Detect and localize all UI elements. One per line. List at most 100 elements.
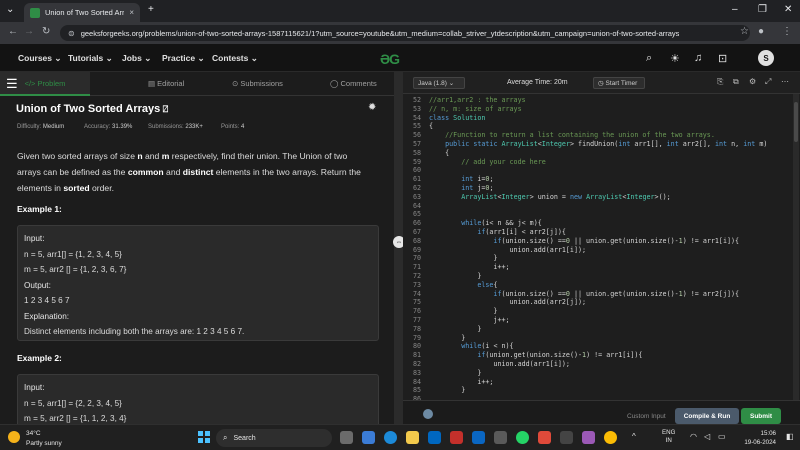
windows-start-icon[interactable]	[198, 431, 210, 443]
code-line[interactable]: 71 i++;	[403, 263, 800, 272]
task-view-icon[interactable]	[340, 431, 353, 444]
cart-icon[interactable]: ⊡	[718, 52, 727, 65]
app-icon[interactable]	[560, 431, 573, 444]
site-info-icon[interactable]: ⊜	[68, 29, 75, 38]
code-line[interactable]: 58 {	[403, 149, 800, 158]
panel-divider[interactable]	[394, 72, 403, 424]
bookmark-star-icon[interactable]: ☆	[740, 26, 749, 37]
weather-widget[interactable]: 34°C Partly sunny	[6, 429, 86, 449]
code-line[interactable]: 76 }	[403, 307, 800, 316]
code-line[interactable]: 64	[403, 202, 800, 211]
code-line[interactable]: 56 //Function to return a list containin…	[403, 131, 800, 140]
code-line[interactable]: 75 union.add(arr2[j]);	[403, 298, 800, 307]
url-field[interactable]: ⊜ geeksforgeeks.org/problems/union-of-tw…	[60, 25, 750, 41]
minimize-button[interactable]: –	[732, 4, 738, 15]
notification-bell-icon[interactable]: ♫	[694, 52, 702, 64]
theme-toggle-icon[interactable]: ☀	[670, 52, 680, 65]
whatsapp-icon[interactable]	[516, 431, 529, 444]
start-timer-button[interactable]: ◷ Start Timer	[593, 77, 645, 89]
submit-button[interactable]: Submit	[741, 408, 781, 424]
back-icon[interactable]: ←	[8, 26, 18, 37]
code-line[interactable]: 54 class Solution	[403, 114, 800, 123]
code-line[interactable]: 74 if(union.size() ==0 || union.get(unio…	[403, 290, 800, 299]
chrome-icon[interactable]	[604, 431, 617, 444]
editor-scroll-thumb[interactable]	[794, 102, 798, 142]
maximize-button[interactable]: ❐	[758, 4, 767, 15]
tab-close-icon[interactable]: ×	[129, 8, 134, 17]
profile-avatar-icon[interactable]: ●	[758, 26, 764, 37]
copy-icon[interactable]: ⧉	[733, 77, 739, 87]
menu-practice[interactable]: Practice ⌄	[162, 53, 205, 64]
code-line[interactable]: 78 }	[403, 325, 800, 334]
gfg-logo[interactable]: ƏG	[380, 51, 400, 67]
code-line[interactable]: 65	[403, 210, 800, 219]
code-line[interactable]: 81 if(union.get(union.size()-1) != arr1[…	[403, 351, 800, 360]
store-icon[interactable]	[428, 431, 441, 444]
code-line[interactable]: 83 }	[403, 369, 800, 378]
code-line[interactable]: 80 while(i < n){	[403, 342, 800, 351]
volume-icon[interactable]: ◁	[704, 432, 710, 441]
notifications-icon[interactable]: ◧	[786, 432, 794, 441]
file-explorer-icon[interactable]	[406, 431, 419, 444]
new-tab-button[interactable]: +	[148, 4, 154, 15]
tab-editorial[interactable]: ▤ Editorial	[148, 79, 184, 88]
code-line[interactable]: 73 else{	[403, 281, 800, 290]
search-icon[interactable]: ⌕	[646, 52, 652, 65]
code-line[interactable]: 72 }	[403, 272, 800, 281]
report-bug-icon[interactable]: ✹	[368, 102, 376, 113]
code-line[interactable]: 67 if(arr1[i] < arr2[j]){	[403, 228, 800, 237]
compile-run-button[interactable]: Compile & Run	[675, 408, 739, 424]
menu-tutorials[interactable]: Tutorials ⌄	[68, 53, 113, 64]
menu-contests[interactable]: Contests ⌄	[212, 53, 258, 64]
code-line[interactable]: 62 int j=0;	[403, 184, 800, 193]
code-line[interactable]: 55 {	[403, 122, 800, 131]
hamburger-menu-icon[interactable]: ☰	[6, 76, 18, 92]
more-icon[interactable]: ⋯	[781, 77, 789, 86]
browser-menu-icon[interactable]: ⋮	[782, 26, 792, 37]
widgets-icon[interactable]	[362, 431, 375, 444]
language-select[interactable]: Java (1.8) ⌄	[413, 77, 465, 89]
code-line[interactable]: 63 ArrayList<Integer> union = new ArrayL…	[403, 193, 800, 202]
settings-icon[interactable]: ⚙	[749, 77, 756, 86]
close-window-button[interactable]: ✕	[784, 4, 792, 15]
tab-search-icon[interactable]: ⌄	[6, 4, 14, 15]
code-line[interactable]: 59 // add your code here	[403, 158, 800, 167]
tab-submissions[interactable]: ⊙ Submissions	[232, 79, 283, 88]
forward-icon[interactable]: →	[24, 26, 34, 37]
code-line[interactable]: 77 j++;	[403, 316, 800, 325]
tab-comments[interactable]: ◯ Comments	[330, 79, 377, 88]
code-line[interactable]: 61 int i=0;	[403, 175, 800, 184]
code-line[interactable]: 66 while(i< n && j< m){	[403, 219, 800, 228]
custom-input-toggle[interactable]: Custom Input	[627, 413, 666, 420]
bookmark-icon[interactable]: ⍁	[160, 104, 168, 114]
code-line[interactable]: 60	[403, 166, 800, 175]
app-icon[interactable]	[538, 431, 551, 444]
app-icon[interactable]	[582, 431, 595, 444]
language-indicator[interactable]: ENG IN	[662, 429, 675, 445]
code-line[interactable]: 85 }	[403, 386, 800, 395]
taskbar-search[interactable]: ⌕ Search	[216, 429, 332, 447]
linkedin-icon[interactable]	[472, 431, 485, 444]
reload-icon[interactable]: ↻	[42, 26, 50, 37]
tray-overflow-icon[interactable]: ^	[632, 432, 636, 441]
browser-tab[interactable]: Union of Two Sorted Arrays | Pr... ×	[24, 3, 140, 22]
code-line[interactable]: 84 i++;	[403, 378, 800, 387]
code-line[interactable]: 79 }	[403, 334, 800, 343]
menu-courses[interactable]: Courses ⌄	[18, 53, 62, 64]
mcafee-icon[interactable]	[450, 431, 463, 444]
code-line[interactable]: 57 public static ArrayList<Integer> find…	[403, 140, 800, 149]
wifi-icon[interactable]: ◠	[690, 432, 697, 441]
user-avatar[interactable]: S	[758, 50, 774, 66]
menu-jobs[interactable]: Jobs ⌄	[122, 53, 151, 64]
code-line[interactable]: 69 union.add(arr1[i]);	[403, 246, 800, 255]
code-area[interactable]: 52 //arr1,arr2 : the arrays 53 // n, m: siz…	[403, 94, 800, 400]
fullscreen-icon[interactable]: ⤢	[765, 77, 771, 87]
code-line[interactable]: 53 // n, m: size of arrays	[403, 105, 800, 114]
code-line[interactable]: 82 union.add(arr1[i]);	[403, 360, 800, 369]
code-line[interactable]: 70 }	[403, 254, 800, 263]
app-icon[interactable]	[494, 431, 507, 444]
code-line[interactable]: 52 //arr1,arr2 : the arrays	[403, 96, 800, 105]
help-icon[interactable]	[423, 409, 433, 419]
code-line[interactable]: 68 if(union.size() ==0 || union.get(unio…	[403, 237, 800, 246]
clock[interactable]: 15:06 19-06-2024	[736, 429, 776, 447]
